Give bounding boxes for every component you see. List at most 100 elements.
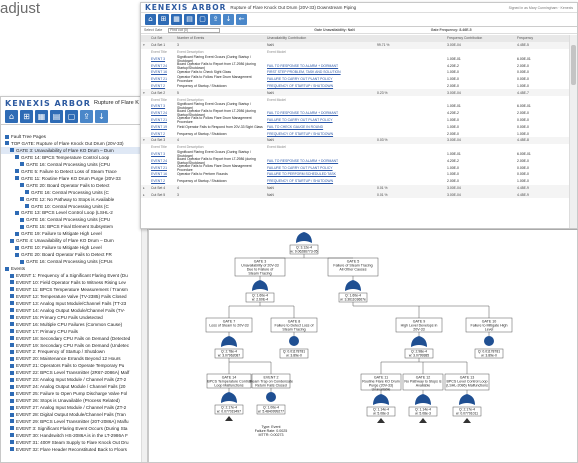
tree-item[interactable]: GATE 11: Routine Flare KO Drum Purge (20… bbox=[1, 175, 141, 182]
table-cell[interactable]: FREQUENCY OF STARTUP / SHUTDOWN bbox=[267, 179, 377, 183]
tree-item[interactable]: EVENT 13: Analog Input Module/Channel Fa… bbox=[1, 300, 141, 307]
cutset-row[interactable]: ▾ Cut Set 1 3 NaN 99.71 % 3.00E-04 4.45E-5 bbox=[141, 41, 571, 49]
tree-item[interactable]: EVENT 14: Analog Output Module/Channel F… bbox=[1, 307, 141, 314]
tree-toggle-icon[interactable] bbox=[10, 294, 14, 299]
tree-toggle-icon[interactable] bbox=[5, 134, 9, 139]
tree-item[interactable]: EVENT 12: Temperature Valve (TV-2385) Fa… bbox=[1, 293, 141, 300]
tree-toggle-icon[interactable] bbox=[10, 391, 14, 396]
tree-toggle-icon[interactable] bbox=[10, 273, 14, 278]
tree-item[interactable]: EVENT 1: Frequency of a Significant Flar… bbox=[1, 272, 141, 279]
tree-toggle-icon[interactable] bbox=[20, 162, 24, 167]
tree-item[interactable]: EVENT 32: Flare Header Reconstituted Bac… bbox=[1, 446, 141, 453]
tree-toggle-icon[interactable] bbox=[10, 315, 14, 320]
table-cell[interactable]: EVENT 16 bbox=[151, 172, 177, 176]
tree-icon[interactable]: ⊞ bbox=[158, 14, 169, 25]
gate-select[interactable]: Find cut (0) bbox=[168, 27, 221, 33]
table-cell[interactable]: EVENT 24 bbox=[151, 111, 177, 115]
tree-toggle-icon[interactable] bbox=[10, 426, 14, 431]
table-cell[interactable]: FIRST STEP PROBLEM, TASK AND SOLUTION bbox=[267, 70, 377, 74]
tree-toggle-icon[interactable] bbox=[10, 363, 14, 368]
table-cell[interactable]: FAILURE TO CARRY OUT PLANT POLICY bbox=[267, 166, 377, 170]
table-cell[interactable]: FREQUENCY OF STARTUP / SHUTDOWN bbox=[267, 132, 377, 136]
table-cell[interactable]: FAILURE TO PERFORM SCHEDULED TASK bbox=[267, 172, 377, 176]
tree-item[interactable]: GATE 20: Board Operator Fails to Detect … bbox=[1, 251, 141, 258]
table-cell[interactable]: EVENT 24 bbox=[151, 159, 177, 163]
tree-item[interactable]: EVENT 31: 400# Steam Supply to Flare Kno… bbox=[1, 439, 141, 446]
tree-item[interactable]: GATE 10: Central Processing Units (C bbox=[1, 203, 141, 210]
tree-toggle-icon[interactable] bbox=[10, 447, 14, 452]
tree-toggle-icon[interactable] bbox=[10, 343, 14, 347]
tree-toggle-icon[interactable] bbox=[10, 419, 14, 424]
tree-item[interactable]: GATE 16: Central Processing Units (CPU bbox=[1, 161, 141, 168]
doc-icon[interactable]: ▢ bbox=[197, 14, 208, 25]
tree-item[interactable]: EVENT 28: Digital Output Module/Channel … bbox=[1, 411, 141, 418]
tree-toggle-icon[interactable] bbox=[10, 329, 14, 334]
table-cell[interactable]: FAILURE TO CARRY OUT PLANT POLICY bbox=[267, 77, 377, 81]
grid-icon[interactable]: ▦ bbox=[171, 14, 182, 25]
table-cell[interactable]: EVENT 19 bbox=[151, 125, 177, 129]
tree-toggle-icon[interactable] bbox=[10, 398, 14, 403]
tree-toggle-icon[interactable] bbox=[10, 336, 14, 341]
chart-icon[interactable]: ▤ bbox=[184, 14, 195, 25]
tree-item[interactable]: EVENT 27: Analog Input Module / Channel … bbox=[1, 404, 141, 411]
tree-item[interactable]: EVENT 24: Analog Output Module / Channel… bbox=[1, 383, 141, 390]
tree-item[interactable]: EVENT 11: BPCS Temperature Measurement /… bbox=[1, 286, 141, 293]
table-cell[interactable]: EVENT 21 bbox=[151, 166, 177, 170]
tree-toggle-icon[interactable] bbox=[5, 266, 9, 271]
cutset-row[interactable]: ▸ Cut Set 4 4 NaN 0.01 % 3.00E-04 4.45E-9 bbox=[141, 184, 571, 192]
tree-toggle-icon[interactable] bbox=[25, 204, 29, 208]
tree-toggle-icon[interactable] bbox=[15, 252, 19, 257]
tree-toggle-icon[interactable] bbox=[10, 384, 14, 389]
chart-icon[interactable]: ▤ bbox=[50, 110, 63, 123]
tree-item[interactable]: EVENT 3: Significant Flaring Event Occur… bbox=[1, 425, 141, 432]
tree-item[interactable]: GATE 10: Failure to Mitigate High Level bbox=[1, 244, 141, 251]
tree-toggle-icon[interactable] bbox=[10, 280, 14, 285]
tree-item[interactable]: GATE 19: Failure to Mitigate High Level bbox=[1, 230, 141, 237]
tree-item[interactable]: GATE 16: Central Processing Units (CPUs bbox=[1, 258, 141, 265]
download-icon[interactable]: ↓ bbox=[95, 110, 108, 123]
tree-item[interactable]: GATE 15: BPCS Final Element Subsystem bbox=[1, 223, 141, 230]
table-cell[interactable]: EVENT 2 bbox=[151, 179, 177, 183]
tree-toggle-icon[interactable] bbox=[5, 141, 9, 146]
table-cell[interactable]: EVENT 24 bbox=[151, 64, 177, 68]
tree-toggle-icon[interactable] bbox=[10, 238, 14, 243]
tree-item[interactable]: GATE 16: Central Processing Units (C bbox=[1, 189, 141, 196]
scroll-thumb[interactable] bbox=[571, 45, 576, 85]
tree-toggle-icon[interactable] bbox=[10, 148, 14, 153]
tree-item[interactable]: EVENT 18: Secondary CPU Fails on Demand … bbox=[1, 335, 141, 342]
table-cell[interactable]: FREQUENCY OF STARTUP / SHUTDOWN bbox=[267, 84, 377, 88]
tree-toggle-icon[interactable] bbox=[15, 210, 19, 215]
tree-toggle-icon[interactable] bbox=[15, 169, 19, 174]
cutset-row[interactable]: ▾ Cut Set 2 5 NaN 0.23 % 3.00E-04 4.45E-7 bbox=[141, 89, 571, 97]
export-icon[interactable]: ⇪ bbox=[80, 110, 93, 123]
tree-item[interactable]: EVENT 25: Failure to Open Pump Discharge… bbox=[1, 390, 141, 397]
tree-toggle-icon[interactable] bbox=[10, 405, 14, 410]
tree-toggle-icon[interactable] bbox=[15, 245, 19, 250]
table-cell[interactable]: EVENT 3 bbox=[151, 57, 177, 61]
doc-icon[interactable]: ▢ bbox=[65, 110, 78, 123]
tree-item[interactable]: GATE 12: No Pathway to Stops is Availabl… bbox=[1, 196, 141, 203]
tree-toggle-icon[interactable] bbox=[20, 183, 24, 188]
tree-item[interactable]: GATE 3: Unavailability of Flare KO Drum … bbox=[1, 146, 141, 154]
tree-toggle-icon[interactable] bbox=[10, 287, 14, 292]
tree-toggle-icon[interactable] bbox=[10, 370, 14, 375]
table-cell[interactable]: FAILURE TO CARRY OUT PLANT POLICY bbox=[267, 118, 377, 122]
tree-toggle-icon[interactable] bbox=[10, 433, 14, 438]
tree-item[interactable]: EVENT 17: Primary CPU Fails bbox=[1, 328, 141, 335]
tree-toggle-icon[interactable] bbox=[15, 231, 19, 236]
tree-item[interactable]: Events bbox=[1, 265, 141, 272]
tree-item[interactable]: TOP GATE: Rupture of Flare Knock Out Dru… bbox=[1, 140, 141, 147]
table-cell[interactable]: EVENT 2 bbox=[151, 84, 177, 88]
tree-toggle-icon[interactable] bbox=[10, 412, 14, 417]
tree-item[interactable]: EVENT 21: Operators Fails to Operate Tem… bbox=[1, 362, 141, 369]
table-cell[interactable]: EVENT 2 bbox=[151, 132, 177, 136]
tree-item[interactable]: Fault Tree Pages bbox=[1, 133, 141, 140]
tree-toggle-icon[interactable] bbox=[15, 155, 19, 160]
table-cell[interactable]: FAIL TO RESPONSE TO ALARM + DORMANT bbox=[267, 111, 377, 115]
table-cell[interactable]: EVENT 16 bbox=[151, 70, 177, 74]
home-icon[interactable]: ⌂ bbox=[145, 14, 156, 25]
grid-icon[interactable]: ▦ bbox=[35, 110, 48, 123]
tree-item[interactable]: EVENT 26: Stops is Unavailable (Process … bbox=[1, 397, 141, 404]
table-cell[interactable]: EVENT 21 bbox=[151, 77, 177, 81]
tree-item[interactable]: EVENT 20: Maintenance Errands Beyond 12 … bbox=[1, 355, 141, 362]
